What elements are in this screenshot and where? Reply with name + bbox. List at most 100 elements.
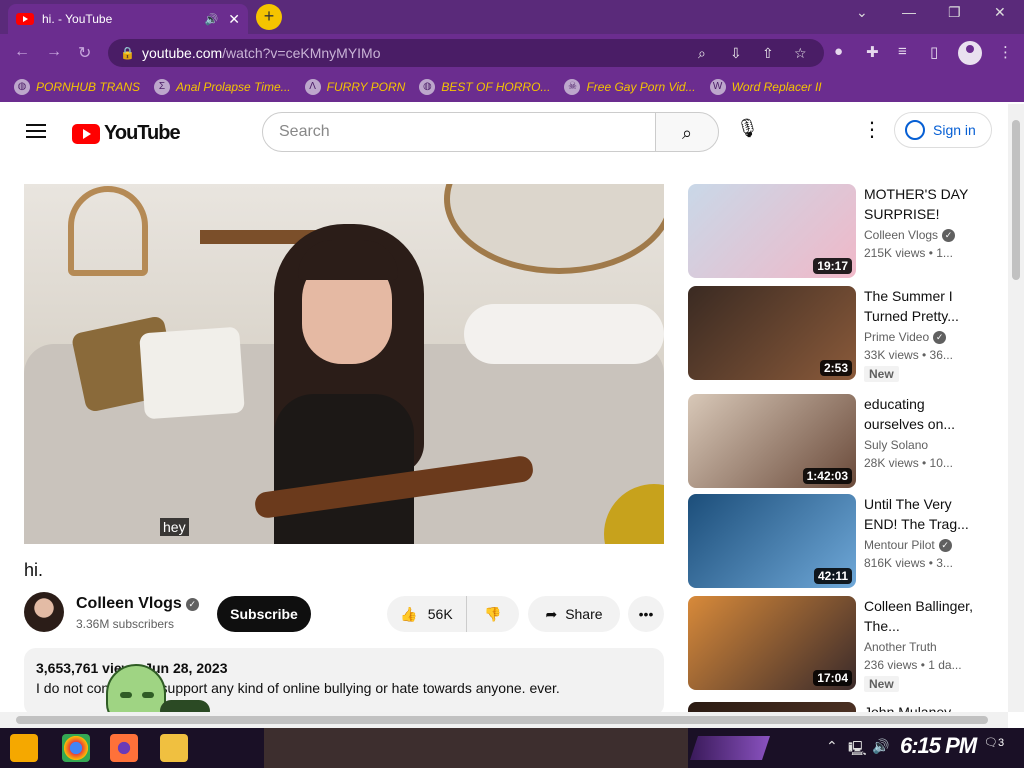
recommended-video-title[interactable]: educating ourselves on... — [864, 394, 974, 434]
vertical-scrollbar[interactable] — [1008, 104, 1024, 712]
subscribe-button[interactable]: Subscribe — [217, 596, 311, 632]
bookmark-label: PORNHUB TRANS — [36, 80, 141, 94]
chrome-menu-icon[interactable]: ⋮ — [998, 43, 1013, 61]
channel-avatar[interactable] — [24, 592, 64, 632]
recommended-video[interactable]: 2:53 The Summer I Turned Pretty... Prime V… — [688, 286, 988, 382]
video-player[interactable]: hey — [24, 184, 664, 544]
microphone-icon[interactable]: 🎙 — [736, 118, 759, 139]
close-window-button[interactable]: ✕ — [994, 4, 1006, 21]
volume-icon[interactable]: 🔊 — [872, 738, 889, 755]
bookmark-item[interactable]: W Word Replacer II — [709, 79, 822, 95]
recommended-video[interactable]: 42:11 Until The Very END! The Trag... Ment… — [688, 494, 988, 588]
tab-close-icon[interactable]: ✕ — [228, 11, 240, 28]
menu-hamburger-icon[interactable] — [26, 124, 46, 138]
more-horizontal-icon: ••• — [638, 606, 654, 622]
subscriber-count: 3.36M subscribers — [76, 617, 175, 631]
youtube-header: YouTube Search ⌕ 🎙 ⋮ Sign in — [0, 104, 1008, 160]
minimize-button[interactable]: — — [902, 4, 916, 20]
recommended-meta: 816K views • 3... — [864, 556, 953, 570]
sign-in-button[interactable]: Sign in — [894, 112, 992, 148]
video-title: hi. — [24, 560, 44, 580]
lambda-icon: Λ — [304, 79, 321, 95]
action-center-icon[interactable]: 🗨3 — [984, 736, 1006, 758]
video-caption: hey — [160, 518, 189, 536]
new-tab-button[interactable]: + — [256, 4, 282, 30]
bookmark-item[interactable]: ◍ PORNHUB TRANS — [14, 79, 140, 95]
file-explorer-taskbar-icon[interactable] — [160, 734, 188, 762]
tab-search-icon[interactable]: ⌄ — [856, 4, 868, 21]
recommended-video-title[interactable]: Until The Very END! The Trag... — [864, 494, 974, 534]
video-thumbnail[interactable]: 1:42:03 — [688, 394, 856, 488]
zoom-search-icon[interactable]: ⌕ — [698, 39, 706, 67]
recommended-channel[interactable]: Another Truth — [864, 640, 937, 654]
search-button[interactable]: ⌕ — [655, 112, 719, 152]
recommended-meta: 33K views • 36... — [864, 348, 953, 362]
profile-avatar-icon[interactable] — [958, 41, 982, 65]
video-thumbnail[interactable]: 42:11 — [688, 494, 856, 588]
speaker-icon[interactable]: 🔊 — [205, 13, 219, 26]
video-thumbnail[interactable]: 19:17 — [688, 184, 856, 278]
recommended-video[interactable]: 17:04 Colleen Ballinger, The... Another Tr… — [688, 596, 988, 692]
recommended-channel-name: Colleen Vlogs — [864, 228, 939, 242]
recommended-channel[interactable]: Suly Solano — [864, 438, 928, 452]
duration-badge: 19:17 — [813, 258, 852, 274]
show-hidden-icons-icon[interactable]: ⌃ — [826, 738, 838, 755]
duration-badge: 2:53 — [819, 360, 852, 376]
recommended-video-title[interactable]: MOTHER'S DAY SURPRISE! — [864, 184, 974, 224]
horizontal-scrollbar-thumb[interactable] — [16, 716, 988, 724]
recommended-channel[interactable]: Colleen Vlogs ✓ — [864, 228, 956, 242]
address-bar[interactable]: 🔒 youtube.com/watch?v=ceKMnyMYIMo ⌕ ⇩ ⇧ … — [108, 39, 824, 67]
start-button-icon[interactable] — [10, 734, 38, 762]
share-button[interactable]: ➦ Share — [528, 596, 620, 632]
like-button[interactable]: 👍 56K — [387, 596, 467, 632]
back-arrow-icon[interactable]: ← — [14, 43, 30, 61]
network-icon[interactable]: 🖳 — [848, 738, 867, 762]
forward-arrow-icon[interactable]: → — [46, 43, 62, 61]
settings-more-icon[interactable]: ⋮ — [862, 120, 882, 140]
install-app-icon[interactable]: ⇩ — [730, 39, 742, 67]
vertical-scrollbar-thumb[interactable] — [1012, 120, 1020, 280]
search-input[interactable]: Search — [262, 112, 656, 152]
bookmarks-bar: ◍ PORNHUB TRANS Σ Anal Prolapse Time... ΛF… — [0, 72, 1024, 102]
more-actions-button[interactable]: ••• — [628, 596, 664, 632]
bookmark-item[interactable]: Σ Anal Prolapse Time... — [154, 79, 291, 95]
reading-list-icon[interactable]: ≡ — [898, 43, 907, 60]
bookmark-item[interactable]: ☠ Free Gay Porn Vid... — [564, 79, 696, 95]
recommended-video[interactable]: 1:42:03 educating ourselves on... Suly Sol… — [688, 394, 988, 488]
share-page-icon[interactable]: ⇧ — [762, 39, 774, 67]
recommended-video-title[interactable]: Colleen Ballinger, The... — [864, 596, 974, 636]
dislike-button[interactable]: 👎 — [467, 606, 519, 623]
bookmark-label: Word Replacer II — [731, 80, 822, 94]
firefox-taskbar-icon[interactable] — [110, 734, 138, 762]
bookmark-item[interactable]: Λ FURRY PORN — [304, 79, 405, 95]
recommended-channel-name: Prime Video — [864, 330, 930, 344]
account-circle-icon — [905, 120, 925, 140]
recommended-video[interactable]: 19:17 MOTHER'S DAY SURPRISE! Colleen Vlogs… — [688, 184, 988, 278]
bookmark-item[interactable]: ◍ BEST OF HORRO... — [419, 79, 550, 95]
youtube-logo[interactable]: YouTube — [72, 122, 181, 145]
share-arrow-icon: ➦ — [545, 605, 558, 622]
duration-badge: 1:42:03 — [802, 468, 852, 484]
chrome-taskbar-icon[interactable] — [62, 734, 90, 762]
extensions-puzzle-icon[interactable]: ✚ — [866, 43, 879, 61]
bookmark-star-icon[interactable]: ☆ — [794, 39, 807, 67]
recommended-video-title[interactable]: The Summer I Turned Pretty... — [864, 286, 974, 326]
taskbar-decoration — [690, 736, 770, 760]
restore-button[interactable]: ❐ — [948, 4, 961, 21]
channel-name-text: Colleen Vlogs — [76, 595, 182, 612]
skull-icon: ☠ — [564, 79, 581, 95]
recommended-channel-name: Another Truth — [864, 640, 937, 654]
horizontal-scrollbar[interactable] — [0, 712, 1008, 728]
lock-icon[interactable]: 🔒 — [120, 39, 135, 67]
extension-avatar-icon[interactable]: ● — [834, 43, 843, 60]
channel-name[interactable]: Colleen Vlogs ✓ — [76, 595, 199, 613]
reload-icon[interactable]: ↻ — [78, 43, 91, 63]
video-thumbnail[interactable]: 2:53 — [688, 286, 856, 380]
tab-title: hi. - YouTube — [42, 12, 113, 26]
recommended-channel[interactable]: Mentour Pilot ✓ — [864, 538, 952, 552]
side-panel-icon[interactable]: ▯ — [930, 43, 938, 61]
browser-tab[interactable]: hi. - YouTube 🔊 ✕ — [8, 4, 248, 34]
video-thumbnail[interactable]: 17:04 — [688, 596, 856, 690]
taskbar-clock[interactable]: 6:15 PM — [900, 733, 977, 759]
recommended-channel[interactable]: Prime Video ✓ — [864, 330, 947, 344]
